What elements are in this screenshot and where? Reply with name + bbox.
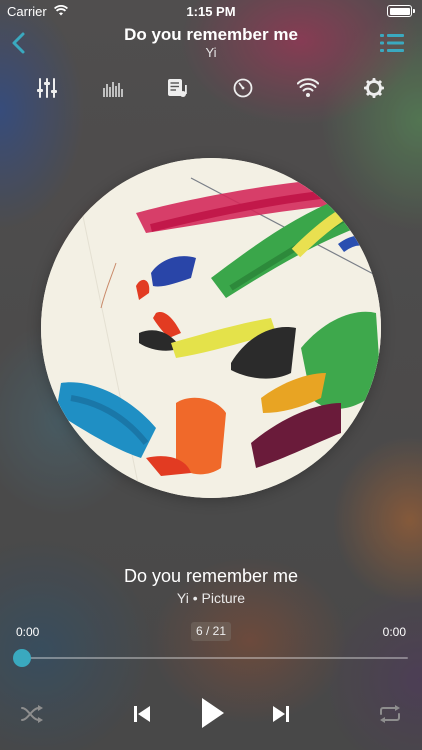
settings-gear-icon xyxy=(364,78,384,98)
total-time: 0:00 xyxy=(382,625,406,639)
battery-icon xyxy=(387,5,415,17)
nav-title: Do you remember me xyxy=(124,25,298,44)
progress-track xyxy=(14,657,408,659)
elapsed-time: 0:00 xyxy=(16,625,40,639)
equalizer-button[interactable] xyxy=(33,74,61,102)
track-counter: 6 / 21 xyxy=(191,622,231,641)
sleep-timer-button[interactable] xyxy=(229,74,257,102)
next-button[interactable] xyxy=(268,701,294,727)
repeat-icon xyxy=(380,705,400,723)
status-time: 1:15 PM xyxy=(186,4,236,19)
album-artwork[interactable] xyxy=(41,158,381,498)
playlist-button[interactable] xyxy=(380,33,404,53)
song-title: Do you remember me xyxy=(123,566,299,586)
shuffle-button[interactable] xyxy=(19,702,45,726)
queue-music-icon xyxy=(168,79,187,97)
wifi-icon xyxy=(297,78,319,97)
queue-button[interactable] xyxy=(164,74,192,102)
play-button[interactable] xyxy=(196,695,228,731)
play-icon xyxy=(202,698,224,728)
equalizer-sliders-icon xyxy=(37,78,57,98)
nav-subtitle: Yi xyxy=(205,45,217,60)
sleep-timer-icon xyxy=(233,78,253,98)
previous-button[interactable] xyxy=(129,701,155,727)
progress-knob[interactable] xyxy=(13,649,31,667)
settings-button[interactable] xyxy=(360,74,388,102)
progress-slider[interactable] xyxy=(13,649,408,667)
shuffle-icon xyxy=(21,705,43,723)
back-button[interactable] xyxy=(8,30,32,56)
spectrum-icon xyxy=(103,82,123,97)
visualizer-button[interactable] xyxy=(99,74,127,102)
list-icon xyxy=(380,34,404,52)
next-track-icon xyxy=(273,706,289,722)
chevron-left-icon xyxy=(12,32,25,54)
wifi-transfer-button[interactable] xyxy=(294,74,322,102)
toolbar xyxy=(0,74,422,102)
album-art-image xyxy=(41,158,381,498)
status-bar: Carrier 1:15 PM xyxy=(0,0,422,22)
repeat-button[interactable] xyxy=(377,702,403,726)
song-artist-album: Yi • Picture xyxy=(176,590,246,606)
previous-track-icon xyxy=(134,706,150,722)
